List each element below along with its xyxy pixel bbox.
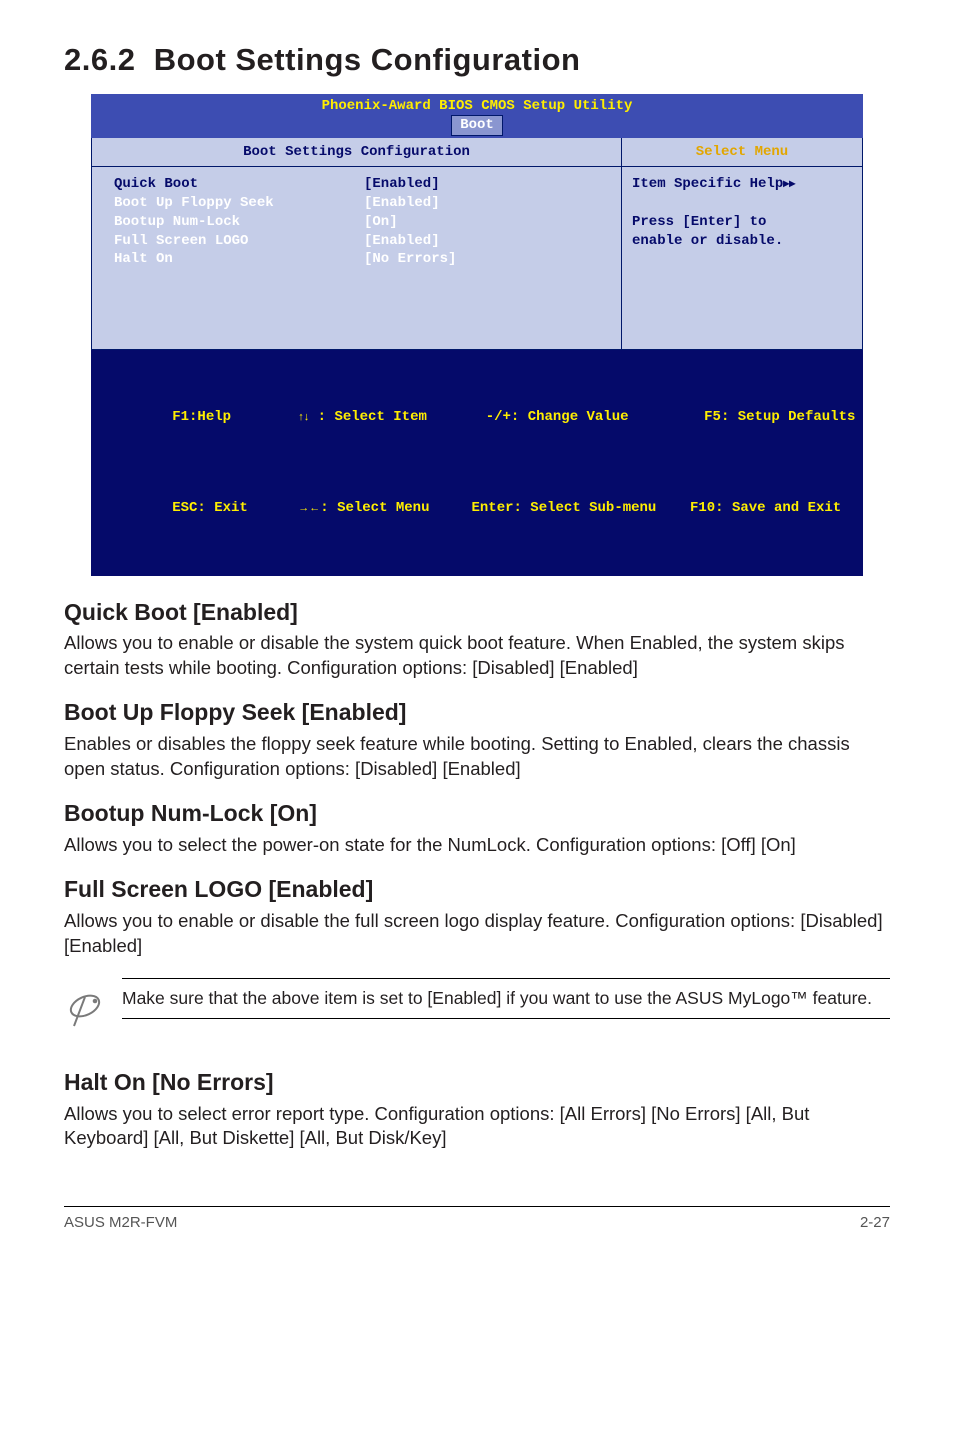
setting-halt-on[interactable]: Halt On [No Errors] xyxy=(114,250,607,269)
hint-f5: F5: Setup Defaults xyxy=(704,409,855,425)
bios-left-title: Boot Settings Configuration xyxy=(92,138,621,167)
bios-body: Boot Settings Configuration Quick Boot [… xyxy=(91,138,863,351)
footer-product: ASUS M2R-FVM xyxy=(64,1213,177,1233)
bios-panel: Phoenix-Award BIOS CMOS Setup Utility Bo… xyxy=(91,94,863,575)
heading-halt-on: Halt On [No Errors] xyxy=(64,1068,890,1098)
hint-esc: ESC: Exit xyxy=(172,500,248,516)
hint-enter: Enter: Select Sub-menu xyxy=(472,500,657,516)
bios-help-text: Item Specific Help▸▸ Press [Enter] to en… xyxy=(622,167,862,259)
bios-settings-list: Quick Boot [Enabled] Boot Up Floppy Seek… xyxy=(92,167,621,349)
heading-quick-boot: Quick Boot [Enabled] xyxy=(64,598,890,628)
note-text: Make sure that the above item is set to … xyxy=(122,978,890,1019)
text-floppy-seek: Enables or disables the floppy seek feat… xyxy=(64,732,890,781)
bios-tab-row: Boot xyxy=(91,115,863,137)
text-full-screen-logo: Allows you to enable or disable the full… xyxy=(64,909,890,958)
text-halt-on: Allows you to select error report type. … xyxy=(64,1102,890,1151)
bios-right-title: Select Menu xyxy=(622,138,862,167)
text-quick-boot: Allows you to enable or disable the syst… xyxy=(64,631,890,680)
heading-full-screen-logo: Full Screen LOGO [Enabled] xyxy=(64,875,890,905)
note-container: Make sure that the above item is set to … xyxy=(64,978,890,1038)
updown-arrow-icon: ↑↓ xyxy=(298,411,309,423)
hint-select-menu: : Select Menu xyxy=(320,500,429,516)
heading-floppy-seek: Boot Up Floppy Seek [Enabled] xyxy=(64,698,890,728)
page: 2.6.2 Boot Settings Configuration Phoeni… xyxy=(0,0,954,1263)
setting-bootup-num-lock[interactable]: Bootup Num-Lock [On] xyxy=(114,213,607,232)
hint-change-value: -/+: Change Value xyxy=(486,409,629,425)
hint-f10: F10: Save and Exit xyxy=(690,500,841,516)
text-numlock: Allows you to select the power-on state … xyxy=(64,833,890,857)
setting-full-screen-logo[interactable]: Full Screen LOGO [Enabled] xyxy=(114,232,607,251)
section-heading: 2.6.2 Boot Settings Configuration xyxy=(64,40,890,80)
note-icon xyxy=(64,978,122,1038)
help-arrow-icon: ▸▸ xyxy=(783,176,795,190)
footer-page-number: 2-27 xyxy=(860,1213,890,1233)
heading-numlock: Bootup Num-Lock [On] xyxy=(64,799,890,829)
bios-tab-boot[interactable]: Boot xyxy=(451,115,503,135)
bios-footer: F1:Help ↑↓ : Select Item -/+: Change Val… xyxy=(91,350,863,575)
page-footer: ASUS M2R-FVM 2-27 xyxy=(64,1206,890,1233)
bios-left-pane: Boot Settings Configuration Quick Boot [… xyxy=(92,138,622,350)
leftright-arrow-icon: →← xyxy=(298,502,320,514)
setting-boot-up-floppy-seek[interactable]: Boot Up Floppy Seek [Enabled] xyxy=(114,194,607,213)
bios-title-bar: Phoenix-Award BIOS CMOS Setup Utility xyxy=(91,94,863,115)
bios-right-pane: Select Menu Item Specific Help▸▸ Press [… xyxy=(622,138,862,350)
setting-quick-boot[interactable]: Quick Boot [Enabled] xyxy=(114,175,607,194)
hint-f1: F1:Help xyxy=(172,409,231,425)
hint-select-item: : Select Item xyxy=(309,409,427,425)
